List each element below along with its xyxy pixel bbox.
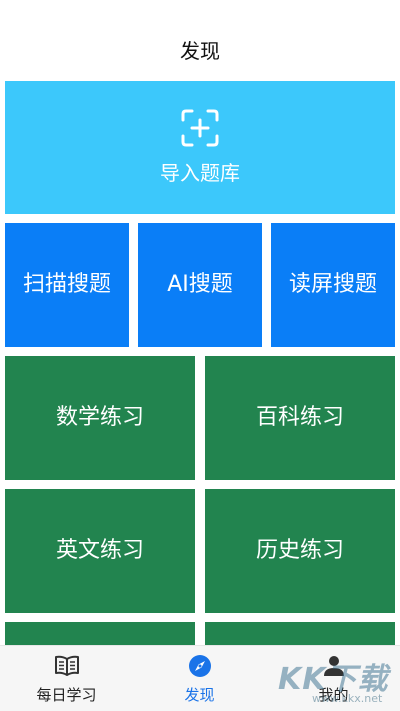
tab-discover[interactable]: 发现 — [133, 646, 266, 711]
bottom-tab-bar: 每日学习 发现 我的 — [0, 645, 400, 711]
math-practice-button[interactable]: 数学练习 — [5, 356, 195, 480]
english-practice-label: 英文练习 — [55, 538, 144, 563]
math-practice-label: 数学练习 — [55, 405, 144, 430]
scan-plus-icon — [180, 108, 220, 148]
page-title: 发现 — [180, 39, 220, 63]
encyclopedia-practice-label: 百科练习 — [255, 405, 344, 430]
book-icon — [54, 654, 80, 678]
scan-search-button[interactable]: 扫描搜题 — [5, 223, 129, 347]
tab-daily-study-label: 每日学习 — [36, 686, 97, 704]
history-practice-label: 历史练习 — [255, 538, 344, 563]
screen-read-search-label: 读屏搜题 — [288, 272, 377, 297]
compass-icon — [188, 654, 212, 678]
person-icon — [323, 654, 345, 678]
scan-search-label: 扫描搜题 — [22, 272, 111, 297]
tab-mine[interactable]: 我的 — [267, 646, 400, 711]
import-question-bank-label: 导入题库 — [160, 160, 240, 185]
ai-search-label: AI搜题 — [167, 272, 233, 297]
encyclopedia-practice-button[interactable]: 百科练习 — [205, 356, 395, 480]
tab-discover-label: 发现 — [184, 686, 215, 704]
tab-daily-study[interactable]: 每日学习 — [0, 646, 133, 711]
screen-read-search-button[interactable]: 读屏搜题 — [271, 223, 395, 347]
history-practice-button[interactable]: 历史练习 — [205, 489, 395, 613]
import-question-bank-button[interactable]: 导入题库 — [5, 81, 395, 214]
english-practice-button[interactable]: 英文练习 — [5, 489, 195, 613]
tab-mine-label: 我的 — [318, 686, 349, 704]
ai-search-button[interactable]: AI搜题 — [138, 223, 262, 347]
